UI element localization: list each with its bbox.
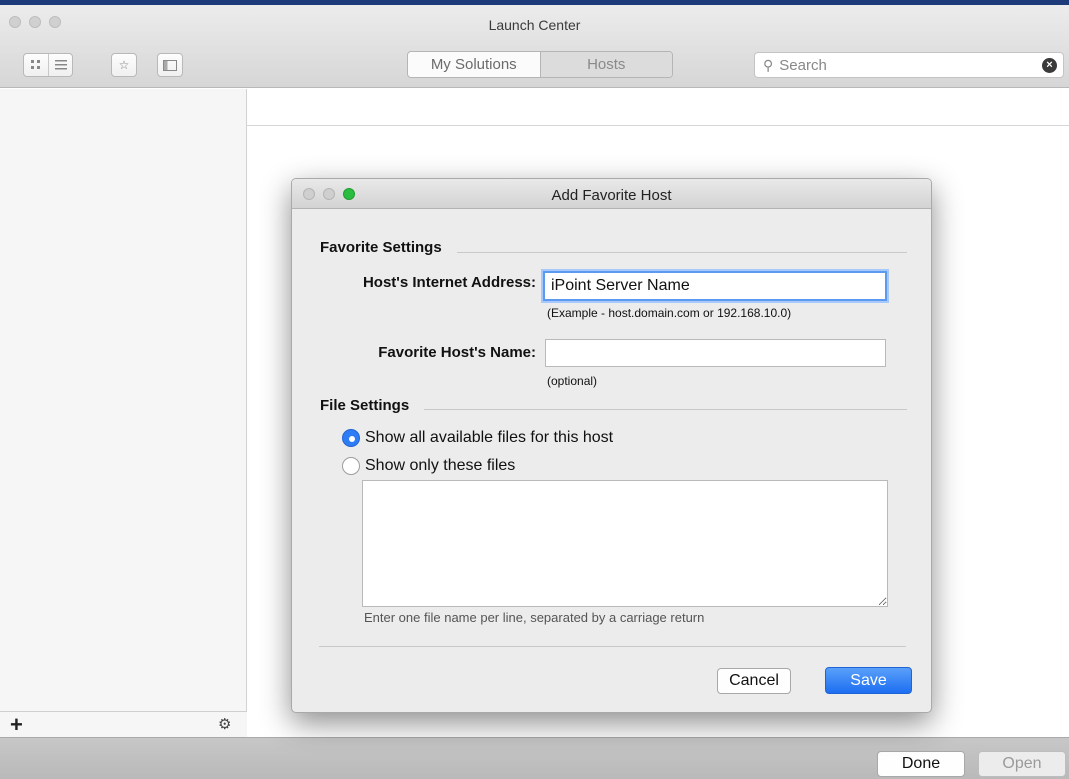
show-only-files-radio[interactable] bbox=[342, 457, 360, 475]
file-settings-divider bbox=[424, 409, 907, 410]
clear-icon[interactable]: × bbox=[1042, 58, 1057, 73]
host-address-input[interactable] bbox=[543, 271, 887, 301]
file-settings-heading: File Settings bbox=[320, 397, 410, 414]
host-address-hint: (Example - host.domain.com or 192.168.10… bbox=[547, 306, 792, 320]
add-favorite-host-dialog: Add Favorite Host Favorite Settings Host… bbox=[291, 178, 932, 713]
grid-view-icon[interactable] bbox=[24, 54, 48, 76]
search-placeholder: Search bbox=[779, 56, 827, 74]
host-name-hint: (optional) bbox=[547, 374, 598, 388]
window-titlebar: Launch Center ☆ My Solutions Hosts ⚲ Sea… bbox=[0, 5, 1069, 88]
bottom-bar: Done Open bbox=[0, 737, 1069, 779]
list-view-icon[interactable] bbox=[48, 54, 72, 76]
favorite-settings-divider bbox=[457, 252, 907, 253]
add-host-button[interactable]: + bbox=[10, 712, 23, 738]
search-input[interactable]: ⚲ Search × bbox=[754, 52, 1064, 78]
sidebar-footer: + ⚙ bbox=[0, 711, 247, 737]
sidebar-toggle-button[interactable] bbox=[157, 53, 183, 77]
gear-icon[interactable]: ⚙ bbox=[218, 715, 231, 733]
favorite-settings-heading: Favorite Settings bbox=[320, 239, 442, 256]
show-all-files-label[interactable]: Show all available files for this host bbox=[365, 429, 613, 447]
star-icon: ☆ bbox=[118, 58, 130, 72]
tab-my-solutions[interactable]: My Solutions bbox=[408, 52, 540, 77]
show-only-files-label[interactable]: Show only these files bbox=[365, 457, 515, 475]
dialog-footer-divider bbox=[319, 646, 906, 647]
dialog-titlebar: Add Favorite Host bbox=[292, 179, 931, 209]
host-name-label: Favorite Host's Name: bbox=[378, 344, 536, 361]
favorites-button[interactable]: ☆ bbox=[111, 53, 137, 77]
solutions-hosts-tabs: My Solutions Hosts bbox=[407, 51, 673, 78]
tab-hosts[interactable]: Hosts bbox=[539, 52, 672, 77]
dialog-title: Add Favorite Host bbox=[551, 187, 672, 204]
file-names-hint: Enter one file name per line, separated … bbox=[364, 610, 705, 625]
window-title: Launch Center bbox=[488, 17, 581, 33]
cancel-button[interactable]: Cancel bbox=[717, 668, 791, 694]
host-name-input[interactable] bbox=[545, 339, 886, 367]
open-button[interactable]: Open bbox=[978, 751, 1066, 777]
main-header-divider bbox=[247, 125, 1069, 126]
sidebar-toggle-icon bbox=[158, 54, 182, 76]
host-address-label: Host's Internet Address: bbox=[362, 274, 536, 291]
save-button[interactable]: Save bbox=[825, 667, 912, 694]
file-names-textarea[interactable] bbox=[362, 480, 888, 607]
search-icon: ⚲ bbox=[763, 56, 774, 73]
view-mode-toggle bbox=[23, 53, 73, 77]
done-button[interactable]: Done bbox=[877, 751, 965, 777]
sidebar bbox=[0, 89, 247, 737]
show-all-files-radio[interactable] bbox=[342, 429, 360, 447]
